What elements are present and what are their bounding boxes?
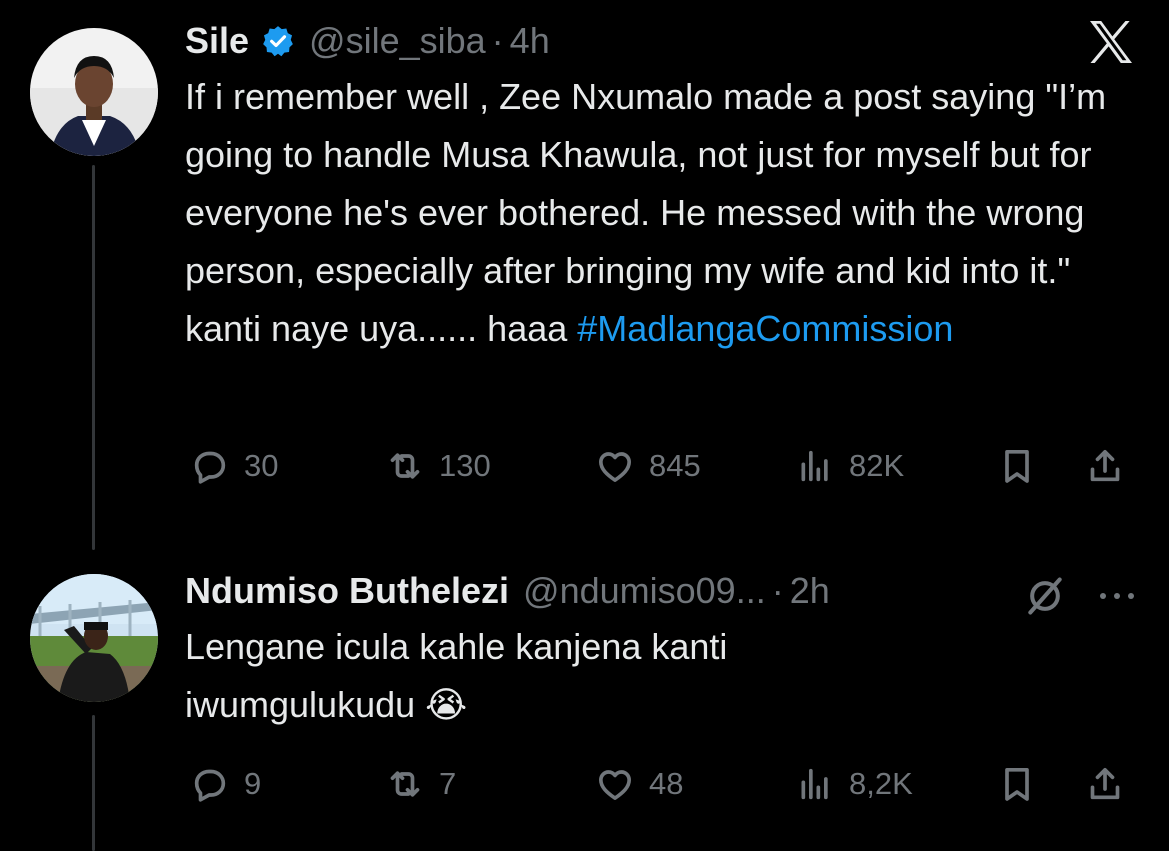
timestamp[interactable]: 4h bbox=[510, 20, 550, 62]
tweet-sile[interactable]: Sile @sile_siba · 4h If i remember well … bbox=[185, 16, 1141, 358]
bookmark-button[interactable] bbox=[997, 446, 1037, 486]
separator-dot: · bbox=[491, 20, 504, 61]
grok-icon[interactable] bbox=[1023, 574, 1067, 618]
bookmark-button[interactable] bbox=[997, 764, 1037, 804]
reply-count: 9 bbox=[244, 766, 262, 801]
reply-button[interactable]: 30 bbox=[190, 446, 278, 486]
like-button[interactable]: 845 bbox=[595, 446, 701, 486]
repost-count: 7 bbox=[439, 766, 457, 801]
more-icon[interactable] bbox=[1095, 586, 1139, 606]
avatar-ndumiso[interactable] bbox=[30, 574, 158, 702]
views-count: 8,2K bbox=[849, 766, 913, 801]
reply-button[interactable]: 9 bbox=[190, 764, 261, 804]
reply-count: 30 bbox=[244, 448, 279, 483]
author-handle[interactable]: @ndumiso09... bbox=[523, 570, 766, 612]
share-icon bbox=[1090, 450, 1120, 482]
like-count: 48 bbox=[649, 766, 684, 801]
repost-icon bbox=[390, 771, 420, 797]
like-button[interactable]: 48 bbox=[595, 764, 683, 804]
tweet-header: Sile @sile_siba · 4h bbox=[185, 16, 1141, 66]
timestamp[interactable]: 2h bbox=[790, 570, 830, 612]
reply-icon bbox=[194, 769, 226, 802]
views-icon bbox=[801, 450, 828, 482]
thread-line-upper bbox=[92, 165, 95, 550]
bookmark-icon bbox=[1005, 768, 1029, 801]
tweet-header: Ndumiso Buthelezi @ndumiso09... · 2h bbox=[185, 566, 1141, 616]
repost-count: 130 bbox=[439, 448, 491, 483]
bookmark-icon bbox=[1005, 450, 1029, 483]
share-button[interactable] bbox=[1085, 446, 1125, 486]
tweet-text: If i remember well , Zee Nxumalo made a … bbox=[185, 68, 1141, 358]
verified-badge-icon bbox=[263, 26, 293, 57]
like-icon bbox=[599, 452, 631, 482]
share-icon bbox=[1090, 768, 1120, 800]
separator-dot: · bbox=[771, 570, 784, 611]
tweet-ndumiso[interactable]: Ndumiso Buthelezi @ndumiso09... · 2h Len… bbox=[185, 566, 1141, 734]
views-count: 82K bbox=[849, 448, 905, 483]
like-icon bbox=[599, 770, 631, 800]
author-handle[interactable]: @sile_siba bbox=[309, 20, 486, 62]
author-name[interactable]: Sile bbox=[185, 20, 249, 62]
like-count: 845 bbox=[649, 448, 701, 483]
repost-button[interactable]: 7 bbox=[385, 764, 456, 804]
thread-line-lower bbox=[92, 715, 95, 851]
hashtag-link[interactable]: #MadlangaCommission bbox=[577, 308, 953, 349]
share-button[interactable] bbox=[1085, 764, 1125, 804]
repost-icon bbox=[390, 453, 420, 479]
tweet-actions: 30 130 845 82K bbox=[185, 444, 1141, 488]
repost-button[interactable]: 130 bbox=[385, 446, 491, 486]
tweet-actions: 9 7 48 8,2K bbox=[185, 762, 1141, 806]
author-name[interactable]: Ndumiso Buthelezi bbox=[185, 570, 509, 612]
avatar-sile[interactable] bbox=[30, 28, 158, 156]
reply-icon bbox=[194, 451, 226, 484]
views-button[interactable]: 82K bbox=[795, 446, 904, 486]
views-icon bbox=[801, 768, 828, 800]
tweet-text: Lengane icula kahle kanjena kanti iwumgu… bbox=[185, 626, 728, 725]
views-button[interactable]: 8,2K bbox=[795, 764, 913, 804]
